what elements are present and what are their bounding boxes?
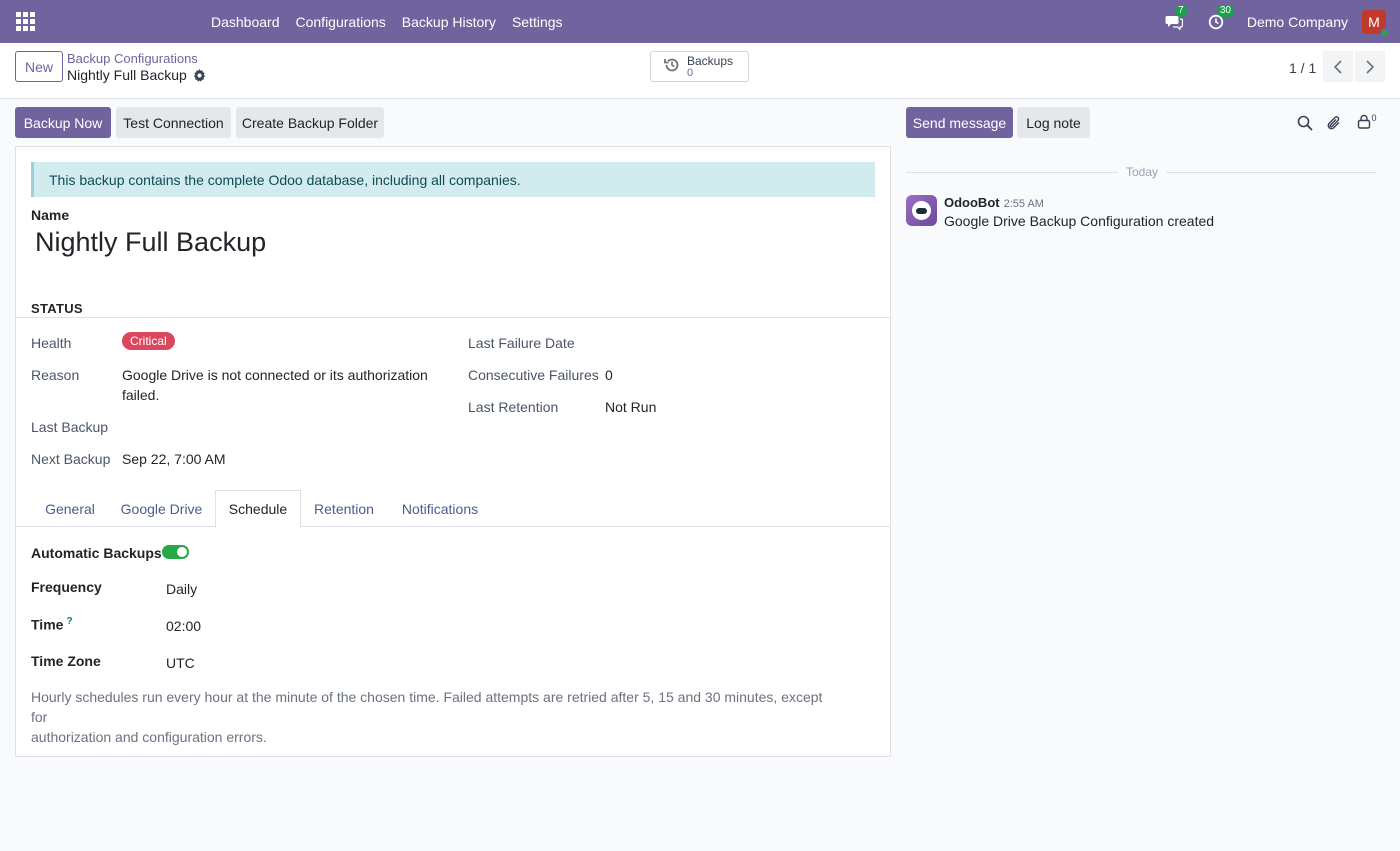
consecutive-failures-label: Consecutive Failures bbox=[468, 367, 599, 383]
backup-now-button[interactable]: Backup Now bbox=[15, 107, 111, 138]
search-icon[interactable] bbox=[1295, 113, 1315, 133]
pager-previous-button[interactable] bbox=[1323, 51, 1353, 82]
backups-stat-value: 0 bbox=[687, 66, 694, 79]
tab-retention[interactable]: Retention bbox=[301, 490, 387, 527]
test-connection-button[interactable]: Test Connection bbox=[116, 107, 231, 138]
tab-schedule[interactable]: Schedule bbox=[215, 490, 301, 528]
breadcrumb-current-label: Nightly Full Backup bbox=[67, 67, 187, 83]
automatic-backups-toggle[interactable] bbox=[162, 545, 189, 559]
backups-stat-label: Backups bbox=[687, 53, 734, 68]
reason-value-line2: failed. bbox=[122, 387, 160, 403]
message-body: Google Drive Backup Configuration create… bbox=[944, 213, 1215, 229]
messages-icon[interactable]: 7 bbox=[1163, 4, 1187, 33]
time-zone-label: Time Zone bbox=[31, 653, 101, 669]
time-help-icon[interactable]: ? bbox=[66, 616, 72, 627]
automatic-backups-label: Automatic Backups bbox=[31, 545, 162, 561]
date-divider-right bbox=[1166, 172, 1376, 173]
health-status-badge: Critical bbox=[122, 332, 175, 350]
history-icon bbox=[663, 56, 681, 77]
schedule-note-line1: Hourly schedules run every hour at the m… bbox=[31, 689, 823, 725]
reason-label: Reason bbox=[31, 367, 80, 383]
new-button[interactable]: New bbox=[15, 51, 63, 82]
backups-stat-button[interactable]: Backups 0 bbox=[650, 51, 749, 82]
breadcrumb-current: Nightly Full Backup bbox=[67, 67, 206, 83]
consecutive-failures-value: 0 bbox=[605, 367, 613, 383]
menu-configurations[interactable]: Configurations bbox=[288, 14, 394, 30]
activities-icon[interactable]: 30 bbox=[1205, 4, 1234, 33]
date-divider-left bbox=[906, 172, 1118, 173]
online-status-icon bbox=[1380, 27, 1390, 38]
health-label: Health bbox=[31, 335, 72, 351]
message-header: OdooBot 2:55 AM bbox=[944, 195, 1044, 210]
messages-count-badge: 7 bbox=[1174, 4, 1187, 17]
menu-dashboard[interactable]: Dashboard bbox=[203, 14, 288, 30]
company-switcher[interactable]: Demo Company bbox=[1247, 14, 1348, 30]
tab-google-drive[interactable]: Google Drive bbox=[108, 490, 215, 527]
lock-user-icon bbox=[1357, 114, 1371, 132]
time-zone-field[interactable]: UTC bbox=[166, 655, 195, 671]
apps-menu-icon[interactable] bbox=[16, 12, 36, 32]
user-avatar[interactable]: M bbox=[1362, 9, 1390, 38]
log-note-button[interactable]: Log note bbox=[1017, 107, 1090, 138]
time-label-text: Time bbox=[31, 616, 64, 633]
last-retention-value: Not Run bbox=[605, 399, 657, 415]
name-field[interactable]: Nightly Full Backup bbox=[35, 227, 266, 258]
next-backup-value: Sep 22, 7:00 AM bbox=[122, 451, 226, 467]
create-backup-folder-button[interactable]: Create Backup Folder bbox=[236, 107, 384, 138]
activities-count-badge: 30 bbox=[1216, 4, 1234, 17]
top-navbar: Dashboard Configurations Backup History … bbox=[0, 0, 1400, 43]
send-message-button[interactable]: Send message bbox=[906, 107, 1013, 138]
odoobot-avatar[interactable] bbox=[906, 195, 937, 226]
control-panel: New Backup Configurations Nightly Full B… bbox=[0, 43, 1400, 99]
navbar-systray: 7 30 Demo Company M bbox=[1163, 0, 1400, 43]
last-backup-label: Last Backup bbox=[31, 419, 109, 435]
last-failure-label: Last Failure Date bbox=[468, 335, 575, 351]
time-label: Time? bbox=[31, 616, 73, 633]
schedule-help-note: Hourly schedules run every hour at the m… bbox=[31, 687, 831, 747]
tab-general[interactable]: General bbox=[32, 490, 108, 527]
reason-value-line1: Google Drive is not connected or its aut… bbox=[122, 367, 428, 383]
status-section-title: STATUS bbox=[31, 301, 83, 316]
form-sheet: This backup contains the complete Odoo d… bbox=[15, 146, 891, 757]
menu-backup-history[interactable]: Backup History bbox=[394, 14, 504, 30]
menu-settings[interactable]: Settings bbox=[504, 14, 571, 30]
main-menu: Dashboard Configurations Backup History … bbox=[203, 0, 571, 43]
date-separator: Today bbox=[1125, 165, 1159, 179]
section-divider bbox=[16, 317, 890, 318]
followers-count: 0 bbox=[1371, 113, 1377, 123]
notebook-tabs: General Google Drive Schedule Retention … bbox=[16, 490, 890, 528]
robot-icon bbox=[912, 201, 931, 220]
tab-notifications[interactable]: Notifications bbox=[387, 490, 493, 527]
message-author[interactable]: OdooBot bbox=[944, 195, 1000, 210]
next-backup-label: Next Backup bbox=[31, 451, 111, 467]
schedule-note-line2: authorization and configuration errors. bbox=[31, 729, 267, 745]
info-alert: This backup contains the complete Odoo d… bbox=[31, 162, 875, 197]
frequency-field[interactable]: Daily bbox=[166, 581, 197, 597]
user-initial: M bbox=[1368, 13, 1380, 30]
followers-button[interactable]: 0 bbox=[1354, 113, 1380, 133]
frequency-label: Frequency bbox=[31, 579, 102, 595]
paperclip-icon[interactable] bbox=[1324, 113, 1344, 133]
breadcrumb-parent[interactable]: Backup Configurations bbox=[67, 51, 198, 66]
pager-next-button[interactable] bbox=[1355, 51, 1385, 82]
name-label: Name bbox=[31, 207, 70, 223]
time-field[interactable]: 02:00 bbox=[166, 618, 201, 634]
pager-value[interactable]: 1 / 1 bbox=[1289, 60, 1316, 76]
toggle-knob bbox=[177, 547, 187, 557]
gear-icon[interactable] bbox=[193, 68, 206, 82]
last-retention-label: Last Retention bbox=[468, 399, 559, 415]
message-time: 2:55 AM bbox=[1003, 198, 1044, 210]
